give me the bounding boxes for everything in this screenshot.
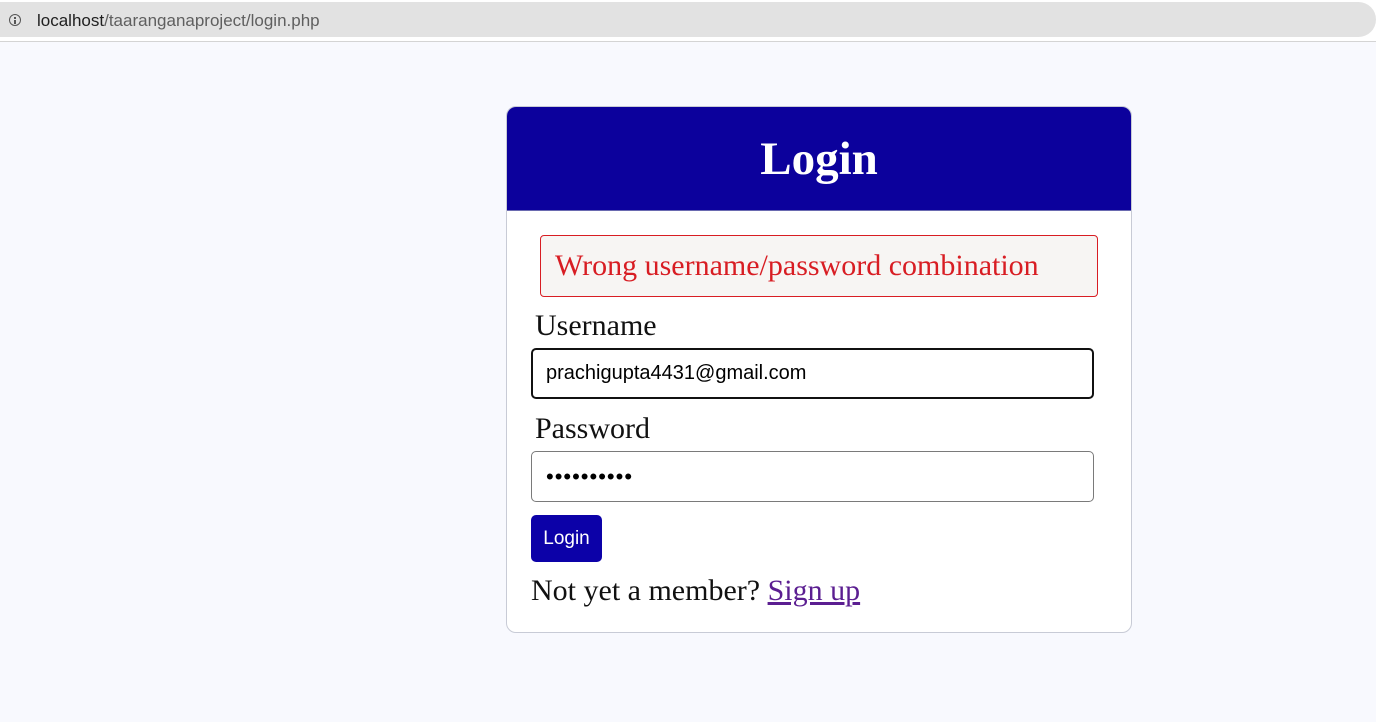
- login-button[interactable]: Login: [531, 515, 602, 562]
- url-host: localhost: [37, 11, 105, 30]
- password-input[interactable]: [531, 451, 1094, 502]
- url-path: /taaranganaproject/login.php: [104, 11, 320, 30]
- login-card: Login Wrong username/password combinatio…: [506, 106, 1132, 633]
- password-label: Password: [535, 412, 651, 445]
- browser-address-bar: localhost/taaranganaproject/login.php: [0, 0, 1376, 42]
- signup-link[interactable]: Sign up: [768, 574, 861, 607]
- username-input[interactable]: [531, 348, 1094, 399]
- signup-prompt-text: Not yet a member?: [531, 574, 761, 607]
- signup-prompt-line: Not yet a member? Sign up: [531, 574, 860, 608]
- error-message: Wrong username/password combination: [555, 249, 1039, 282]
- username-label: Username: [535, 309, 657, 342]
- login-error-alert: Wrong username/password combination: [540, 235, 1098, 297]
- login-title: Login: [760, 133, 878, 185]
- login-header: Login: [507, 107, 1131, 211]
- info-icon[interactable]: [9, 14, 21, 26]
- url-text[interactable]: localhost/taaranganaproject/login.php: [37, 11, 320, 31]
- url-bar[interactable]: localhost/taaranganaproject/login.php: [0, 2, 1376, 37]
